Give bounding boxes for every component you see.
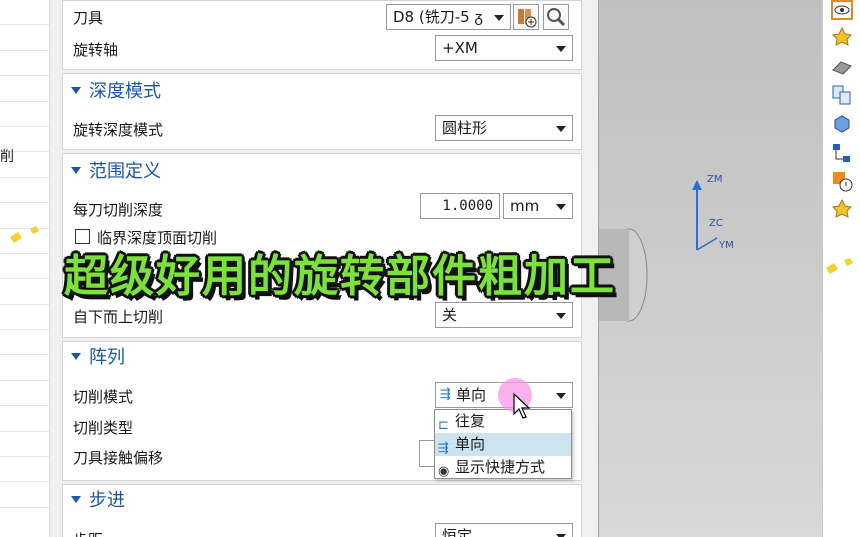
stepover-panel: 步进 步距 恒定 xyxy=(62,484,582,537)
solid-icon[interactable] xyxy=(831,56,853,78)
mouse-pointer-icon xyxy=(513,392,531,419)
chevron-down-icon xyxy=(556,313,566,319)
cut-mode-label: 切削模式 xyxy=(73,388,134,406)
cut-mode-dropdown: ⊏ 往复 ⇶ 单向 ◉ 显示快捷方式 xyxy=(434,409,572,479)
chevron-down-icon xyxy=(556,393,566,399)
cut-depth-input[interactable]: 1.0000 xyxy=(420,193,500,219)
range-definition-header[interactable]: 范围定义 xyxy=(71,160,161,184)
hierarchy-icon[interactable] xyxy=(831,142,853,164)
cut-type-label: 切削类型 xyxy=(73,419,134,437)
depth-mode-panel: 深度模式 旋转深度模式 圆柱形 xyxy=(62,73,582,150)
copy-icon[interactable] xyxy=(831,84,853,106)
warning-icon[interactable] xyxy=(831,170,853,192)
collapse-triangle-icon xyxy=(71,352,81,360)
bottom-up-label: 自下而上切削 xyxy=(73,308,164,326)
star-icon[interactable] xyxy=(831,26,853,48)
one-way-icon: ⇶ xyxy=(440,387,451,402)
array-header[interactable]: 阵列 xyxy=(71,346,125,370)
sparkle-decoration-icon xyxy=(10,226,39,243)
new-tool-icon xyxy=(518,9,537,28)
axis-label: 旋转轴 xyxy=(73,41,119,59)
sparkle-decoration-icon xyxy=(826,258,853,274)
chevron-down-icon xyxy=(556,46,566,52)
cube-icon[interactable] xyxy=(831,112,853,134)
tool-contact-offset-label: 刀具接触偏移 xyxy=(73,449,164,467)
step-distance-select[interactable]: 恒定 xyxy=(435,523,573,537)
video-overlay-title: 超级好用的旋转部件粗加工 xyxy=(64,251,616,302)
axis-select[interactable]: +XM xyxy=(435,35,573,61)
chevron-down-icon xyxy=(556,126,566,132)
step-distance-label: 步距 xyxy=(73,529,103,537)
collapse-triangle-icon xyxy=(71,86,81,94)
tool-select[interactable]: D8 (铣刀-5 ᵹ xyxy=(386,4,511,30)
tool-panel: 刀具 D8 (铣刀-5 ᵹ 旋转轴 +XM xyxy=(62,0,582,70)
axis-zm-label: ZM xyxy=(707,174,723,185)
cut-depth-label: 每刀切削深度 xyxy=(73,201,164,219)
graphics-viewport[interactable]: ZM ZC YM xyxy=(598,0,822,537)
star-icon[interactable] xyxy=(831,198,853,220)
depth-mode-header[interactable]: 深度模式 xyxy=(71,80,161,104)
dropdown-option-zigzag[interactable]: ⊏ 往复 xyxy=(435,410,571,433)
eye-icon[interactable] xyxy=(831,0,853,22)
stepover-header[interactable]: 步进 xyxy=(71,489,125,513)
chevron-down-icon xyxy=(494,15,504,21)
edit-tool-icon xyxy=(547,8,566,27)
unit-select[interactable]: mm xyxy=(503,193,573,219)
navigator-partial-text: 削 xyxy=(0,149,14,165)
axis-ym-label: YM xyxy=(719,240,734,251)
part-model xyxy=(599,180,718,322)
offset-input-partial[interactable] xyxy=(419,440,435,467)
collapse-triangle-icon xyxy=(71,495,81,503)
eye-icon: ◉ xyxy=(438,464,450,479)
rotary-depth-mode-select[interactable]: 圆柱形 xyxy=(435,115,573,141)
tool-label: 刀具 xyxy=(73,9,104,27)
collapse-triangle-icon xyxy=(71,166,81,174)
bottom-up-select[interactable]: 关 xyxy=(435,302,573,328)
new-tool-button[interactable] xyxy=(513,4,539,30)
dropdown-option-show-shortcuts[interactable]: ◉ 显示快捷方式 xyxy=(435,456,571,479)
rotary-depth-mode-label: 旋转深度模式 xyxy=(73,121,164,139)
axis-zc-label: ZC xyxy=(709,218,723,229)
edit-tool-button[interactable] xyxy=(543,4,569,30)
chevron-down-icon xyxy=(556,204,566,210)
left-navigator-panel: 削 xyxy=(0,0,50,537)
dropdown-option-one-way[interactable]: ⇶ 单向 xyxy=(435,433,571,456)
